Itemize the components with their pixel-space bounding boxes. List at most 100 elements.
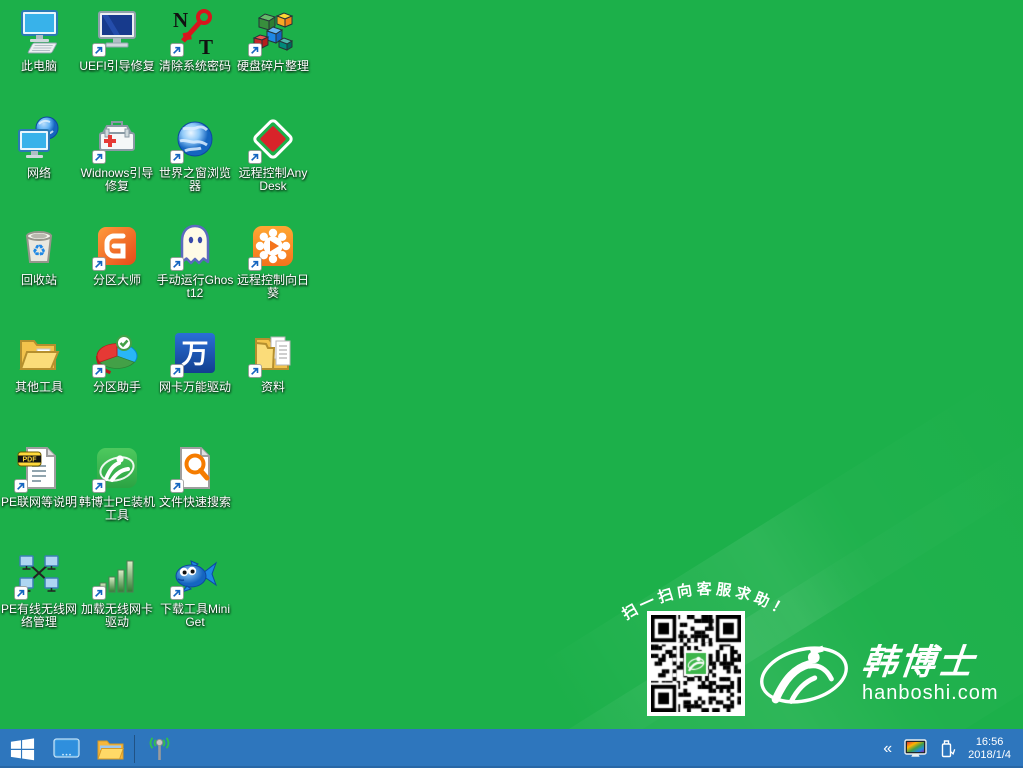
desktop-icon-row: 此电脑 UEFI引导修复 NT 清除系统密码硬盘碎片整理 — [0, 6, 322, 113]
svg-text:♻: ♻ — [32, 243, 46, 260]
qr-code-panel — [647, 611, 745, 716]
wireless-tool-button[interactable] — [137, 729, 181, 768]
start-button[interactable] — [0, 729, 44, 768]
desktop-icon-label: 下载工具MiniGet — [157, 603, 234, 629]
network-globe-icon — [15, 115, 63, 163]
desktop-icon-label: 清除系统密码 — [159, 60, 231, 73]
display-settings-tray-button[interactable] — [898, 729, 933, 768]
sunflower-icon — [249, 222, 297, 270]
shortcut-arrow-icon — [170, 364, 184, 378]
desktop-icon[interactable]: 文件快速搜索 — [156, 442, 234, 549]
desktop-icon-label: 文件快速搜索 — [159, 496, 231, 509]
desktop-icon-label: 回收站 — [21, 274, 57, 287]
desktop-icon-label: 韩博士PE装机工具 — [79, 496, 156, 522]
shortcut-arrow-icon — [92, 257, 106, 271]
usb-eject-tray-button[interactable] — [933, 729, 962, 768]
desktop-icon[interactable]: 远程控制向日葵 — [234, 220, 312, 327]
desktop-icon[interactable]: PE有线无线网络管理 — [0, 549, 78, 656]
desktop-icon[interactable]: PDF PE联网等说明 — [0, 442, 78, 549]
desktop-icon[interactable]: ♻ 回收站 — [0, 220, 78, 327]
chevron-left-icon: « — [883, 741, 892, 757]
svg-text:T: T — [199, 35, 213, 56]
desktop-icon[interactable]: 韩博士PE装机工具 — [78, 442, 156, 549]
desktop-icon[interactable]: 资料 — [234, 327, 312, 434]
desktop-icon[interactable]: 世界之窗浏览器 — [156, 113, 234, 220]
desktop-icon[interactable]: 万网卡万能驱动 — [156, 327, 234, 434]
taskbar-date: 2018/1/4 — [968, 749, 1011, 762]
usb-eject-icon — [939, 737, 956, 760]
folder-docs-icon — [249, 329, 297, 377]
shortcut-arrow-icon — [170, 150, 184, 164]
desktop-icon[interactable]: NT 清除系统密码 — [156, 6, 234, 113]
desktop-icon-label: 远程控制AnyDesk — [235, 167, 312, 193]
desktop-icon[interactable]: 硬盘碎片整理 — [234, 6, 312, 113]
hanboshi-app-icon — [93, 444, 141, 492]
shortcut-arrow-icon — [248, 364, 262, 378]
display-settings-icon — [904, 739, 927, 758]
qr-code — [651, 615, 741, 712]
shortcut-arrow-icon — [92, 479, 106, 493]
taskbar-separator — [134, 735, 135, 763]
globe-icon — [171, 115, 219, 163]
signal-bars-icon — [93, 551, 141, 599]
desktop-icon-label: 网卡万能驱动 — [159, 381, 231, 394]
hanboshi-logo-icon — [758, 636, 850, 714]
desktop-icon-row: ♻ 回收站 分区大师手动运行Ghost12远程控制向日葵 — [0, 220, 322, 327]
monitor-repair-icon — [93, 8, 141, 56]
wireless-antenna-icon — [146, 735, 173, 763]
desktop-icon[interactable]: 加载无线网卡驱动 — [78, 549, 156, 656]
desktop-icon[interactable]: 分区大师 — [78, 220, 156, 327]
shortcut-arrow-icon — [248, 150, 262, 164]
desktop-surface[interactable]: 此电脑 UEFI引导修复 NT 清除系统密码硬盘碎片整理网络 Widnows引导修复世界… — [0, 0, 1023, 729]
computer-icon — [15, 8, 63, 56]
desktop-icon[interactable]: 网络 — [0, 113, 78, 220]
shortcut-arrow-icon — [92, 43, 106, 57]
diskgenius-icon — [93, 222, 141, 270]
file-explorer-button[interactable] — [88, 729, 132, 768]
nt-key-icon: NT — [171, 8, 219, 56]
folder-icon — [15, 329, 63, 377]
desktop-icon-label: 硬盘碎片整理 — [237, 60, 309, 73]
desktop-icon[interactable]: 其他工具 — [0, 327, 78, 434]
desktop-icon[interactable]: Widnows引导修复 — [78, 113, 156, 220]
partition-pie-icon — [93, 329, 141, 377]
desktop-icon-label: 网络 — [27, 167, 51, 180]
red-diamond-icon — [249, 115, 297, 163]
desktop-icon-label: Widnows引导修复 — [79, 167, 156, 193]
desktop-icon-label: UEFI引导修复 — [79, 60, 154, 73]
taskbar-left — [0, 729, 181, 768]
brand-block: 韩博士 hanboshi.com — [758, 636, 999, 714]
tray-overflow-button[interactable]: « — [877, 729, 898, 768]
brand-name: 韩博士 — [860, 645, 1000, 681]
brand-text: 韩博士 hanboshi.com — [862, 645, 999, 705]
svg-text:万: 万 — [182, 339, 209, 369]
shortcut-arrow-icon — [248, 257, 262, 271]
desktop-icon[interactable]: 远程控制AnyDesk — [234, 113, 312, 220]
quick-launch-window-button[interactable] — [44, 729, 88, 768]
shortcut-arrow-icon — [248, 43, 262, 57]
desktop-icon[interactable]: 下载工具MiniGet — [156, 549, 234, 656]
file-search-icon — [171, 444, 219, 492]
ghost-icon — [171, 222, 219, 270]
svg-text:PDF: PDF — [23, 457, 38, 464]
windows-logo-icon — [9, 735, 36, 762]
desktop-icon-label: 资料 — [261, 381, 285, 394]
svg-text:N: N — [173, 8, 188, 32]
desktop-icon-grid: 此电脑 UEFI引导修复 NT 清除系统密码硬盘碎片整理网络 Widnows引导修复世界… — [0, 6, 322, 656]
desktop-icon-label: PE联网等说明 — [1, 496, 77, 509]
desktop-icon[interactable]: 此电脑 — [0, 6, 78, 113]
desktop-icon-label: 此电脑 — [21, 60, 57, 73]
pdf-doc-icon: PDF — [15, 444, 63, 492]
folder-icon — [97, 737, 124, 760]
taskbar-tray: « 16:56 2018/1/4 — [877, 729, 1023, 768]
desktop-icon[interactable]: 手动运行Ghost12 — [156, 220, 234, 327]
desktop-icon-row: 其他工具分区助手万网卡万能驱动资料 — [0, 327, 322, 434]
desktop-icon[interactable]: 分区助手 — [78, 327, 156, 434]
shortcut-arrow-icon — [170, 586, 184, 600]
taskbar-clock[interactable]: 16:56 2018/1/4 — [962, 736, 1023, 762]
network-map-icon — [15, 551, 63, 599]
shortcut-arrow-icon — [14, 479, 28, 493]
shortcut-arrow-icon — [92, 364, 106, 378]
desktop-icon[interactable]: UEFI引导修复 — [78, 6, 156, 113]
desktop-icon-label: 世界之窗浏览器 — [157, 167, 234, 193]
